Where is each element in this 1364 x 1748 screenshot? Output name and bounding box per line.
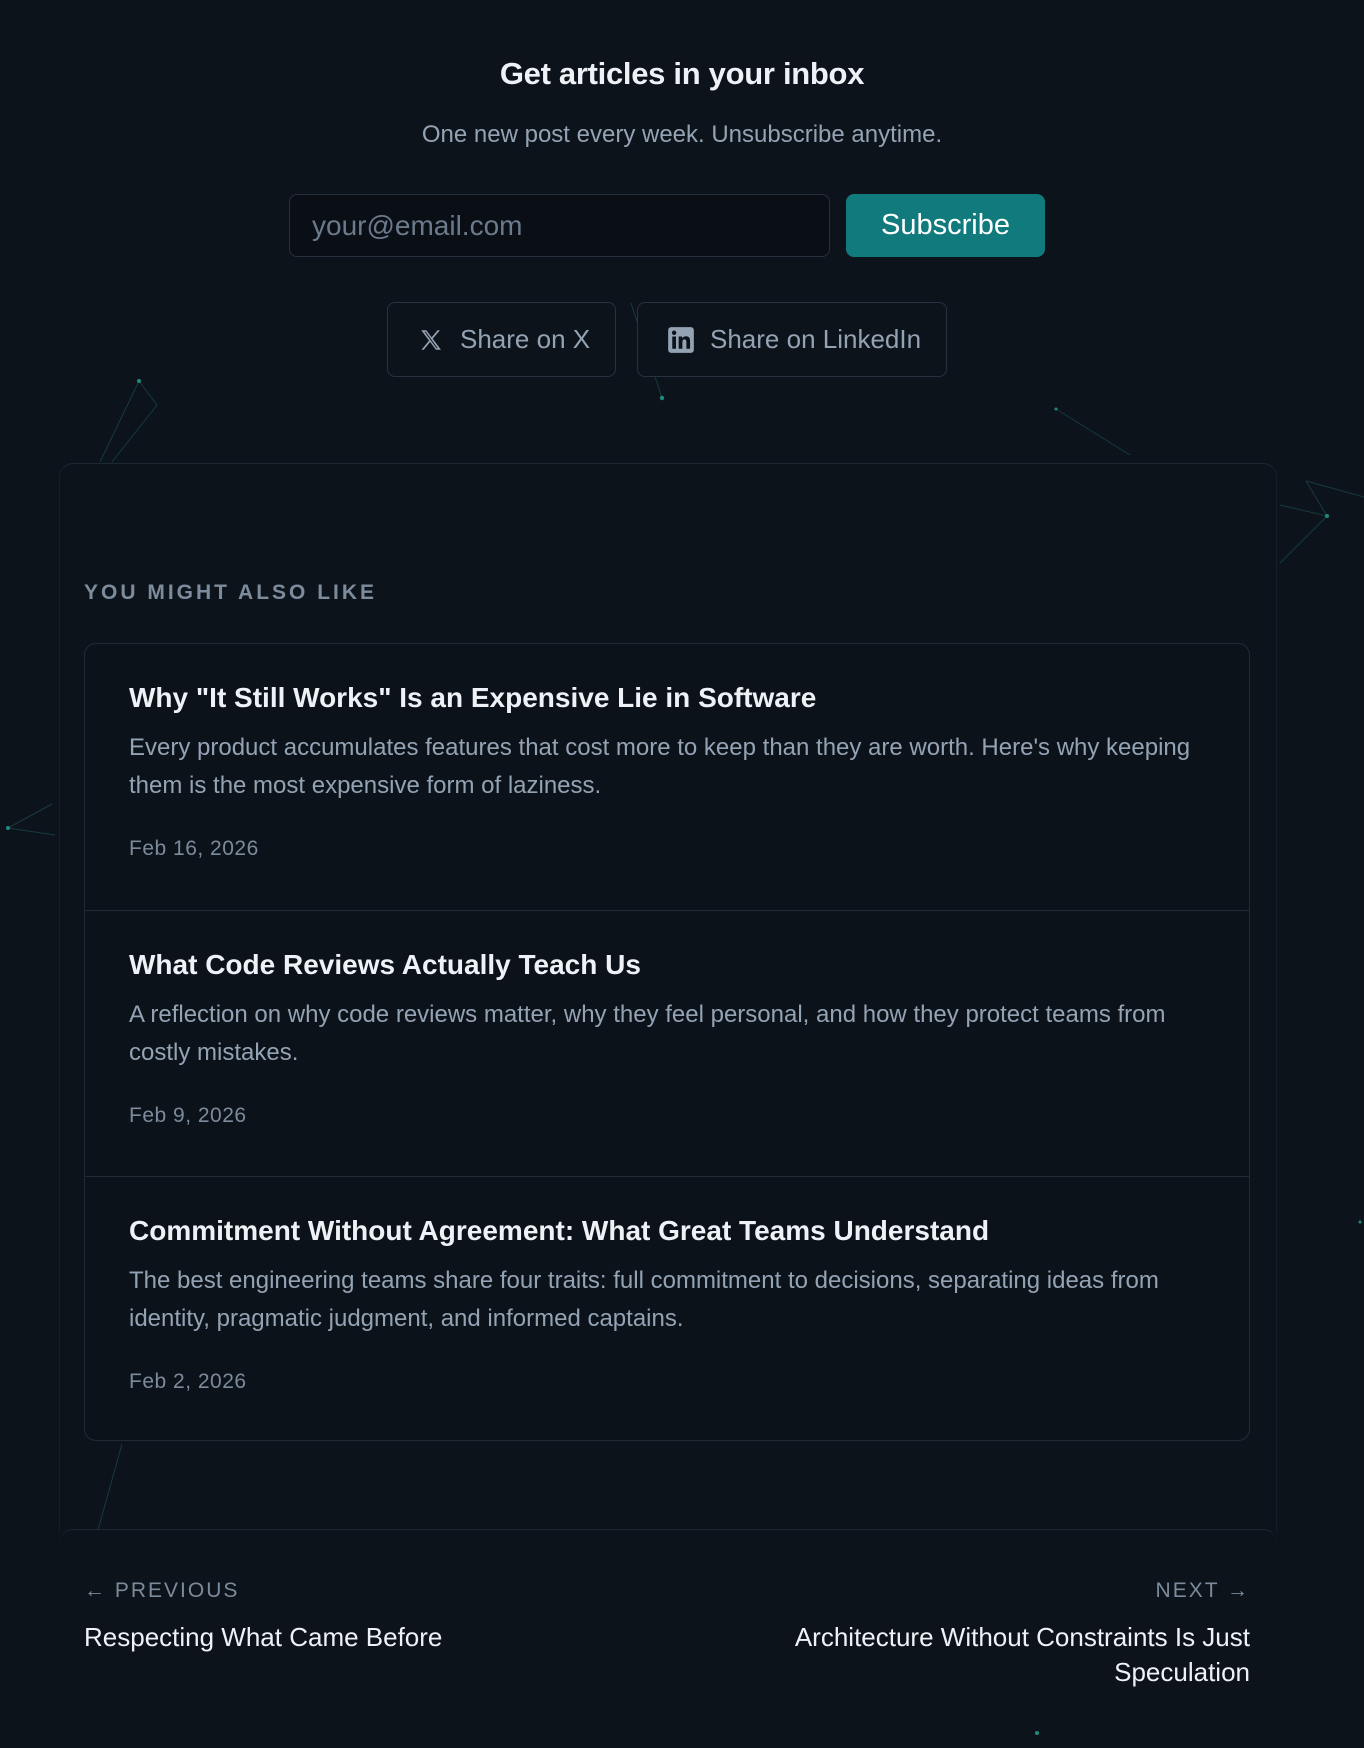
article-title: Why "It Still Works" Is an Expensive Lie… <box>129 682 817 713</box>
share-on-x-label: Share on X <box>460 324 591 354</box>
article-description: A reflection on why code reviews matter,… <box>129 1001 1166 1066</box>
article-title: Commitment Without Agreement: What Great… <box>129 1215 990 1246</box>
related-article-card[interactable]: Why "It Still Works" Is an Expensive Lie… <box>85 644 1249 910</box>
next-post-title: Architecture Without Constraints Is Just… <box>794 1622 1250 1687</box>
article-title: What Code Reviews Actually Teach Us <box>129 949 641 980</box>
post-nav-divider <box>59 1529 1277 1549</box>
article-date: Feb 16, 2026 <box>129 837 259 860</box>
x-logo-icon <box>416 325 446 355</box>
article-date: Feb 2, 2026 <box>129 1370 247 1393</box>
newsletter-title: Get articles in your inbox <box>499 56 865 91</box>
previous-post-link[interactable]: ← PREVIOUS Respecting What Came Before <box>84 1578 624 1655</box>
article-date: Feb 9, 2026 <box>129 1104 247 1127</box>
share-on-x-button[interactable]: Share on X <box>387 302 616 377</box>
subscribe-button[interactable]: Subscribe <box>846 194 1045 257</box>
newsletter-subtitle: One new post every week. Unsubscribe any… <box>421 121 943 148</box>
linkedin-icon <box>666 325 696 355</box>
related-article-card[interactable]: Commitment Without Agreement: What Great… <box>85 1176 1249 1442</box>
next-post-link[interactable]: NEXT → Architecture Without Constraints … <box>690 1578 1250 1690</box>
share-on-linkedin-label: Share on LinkedIn <box>710 324 922 354</box>
related-heading: YOU MIGHT ALSO LIKE <box>84 581 378 604</box>
previous-label: ← PREVIOUS <box>84 1579 240 1602</box>
share-on-linkedin-button[interactable]: Share on LinkedIn <box>637 302 947 377</box>
email-input[interactable] <box>289 194 830 257</box>
next-label: NEXT → <box>1155 1579 1250 1602</box>
related-articles-list: Why "It Still Works" Is an Expensive Lie… <box>84 643 1250 1441</box>
related-article-card[interactable]: What Code Reviews Actually Teach Us A re… <box>85 910 1249 1176</box>
article-description: The best engineering teams share four tr… <box>129 1267 1159 1332</box>
previous-post-title: Respecting What Came Before <box>84 1622 443 1652</box>
article-description: Every product accumulates features that … <box>129 734 1191 799</box>
